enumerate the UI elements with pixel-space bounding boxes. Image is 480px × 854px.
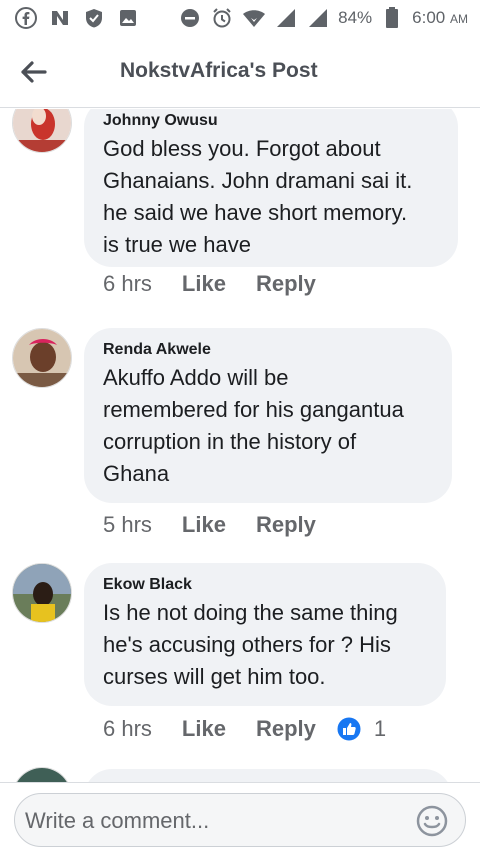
comment-text: God bless you. Forgot about Ghanaians. J… bbox=[103, 136, 413, 257]
comment-author[interactable]: Renda Akwele bbox=[103, 340, 432, 360]
arrow-left-icon bbox=[21, 61, 47, 83]
comments-list[interactable]: Johnny Owusu God bless you. Forgot about… bbox=[0, 109, 480, 782]
comment-timestamp[interactable]: 6 hrs bbox=[103, 271, 152, 297]
alarm-icon bbox=[210, 6, 234, 30]
avatar[interactable] bbox=[12, 563, 72, 623]
comment-author[interactable]: Ekow Black bbox=[103, 575, 426, 595]
battery-percent: 84% bbox=[338, 8, 373, 27]
news-icon bbox=[48, 6, 72, 30]
comment-meta: 6 hrs Like Reply bbox=[103, 271, 346, 297]
wifi-icon bbox=[242, 6, 266, 30]
like-reaction-icon bbox=[336, 716, 362, 742]
comment-input[interactable]: Write a comment... bbox=[14, 793, 466, 847]
comment-bubble[interactable]: Ekow Black Is he not doing the same thin… bbox=[84, 563, 446, 706]
comment-meta: 6 hrs Like Reply 1 bbox=[103, 716, 386, 742]
comment-bubble[interactable]: Renda Akwele Akuffo Addo will be remembe… bbox=[84, 328, 452, 503]
comment-text: Akuffo Addo will be remembered for his g… bbox=[103, 365, 404, 486]
comment-meta: 5 hrs Like Reply bbox=[103, 512, 346, 538]
page-title: NokstvAfrica's Post bbox=[120, 59, 318, 82]
facebook-icon bbox=[14, 6, 38, 30]
reply-button[interactable]: Reply bbox=[256, 512, 316, 538]
back-button[interactable] bbox=[16, 54, 52, 90]
signal-icon-2 bbox=[306, 6, 330, 30]
clock: 6:00 AM bbox=[412, 8, 468, 27]
comment-author[interactable]: Johnny Owusu bbox=[103, 111, 438, 131]
comment-input-placeholder: Write a comment... bbox=[25, 808, 210, 833]
like-button[interactable]: Like bbox=[182, 512, 226, 538]
reaction-summary[interactable]: 1 bbox=[336, 716, 386, 742]
comment-bubble[interactable] bbox=[84, 769, 452, 782]
status-bar: 84% 6:00 AM bbox=[0, 0, 480, 36]
avatar[interactable] bbox=[12, 328, 72, 388]
emoji-icon[interactable] bbox=[415, 804, 449, 838]
comment-bubble[interactable]: Johnny Owusu God bless you. Forgot about… bbox=[84, 109, 458, 267]
comment-composer: Write a comment... bbox=[0, 782, 480, 854]
do-not-disturb-icon bbox=[178, 6, 202, 30]
comment-text: Is he not doing the same thing he's accu… bbox=[103, 600, 398, 689]
avatar[interactable] bbox=[12, 767, 72, 782]
like-button[interactable]: Like bbox=[182, 716, 226, 742]
shield-icon bbox=[82, 6, 106, 30]
post-header: NokstvAfrica's Post bbox=[0, 36, 480, 108]
signal-icon bbox=[274, 6, 298, 30]
battery-icon bbox=[380, 6, 404, 30]
reply-button[interactable]: Reply bbox=[256, 716, 316, 742]
system-icons: 84% 6:00 AM bbox=[178, 6, 468, 30]
comment-timestamp[interactable]: 5 hrs bbox=[103, 512, 152, 538]
image-icon bbox=[116, 6, 140, 30]
avatar[interactable] bbox=[12, 109, 72, 153]
like-button[interactable]: Like bbox=[182, 271, 226, 297]
reaction-count: 1 bbox=[373, 716, 387, 741]
reply-button[interactable]: Reply bbox=[256, 271, 316, 297]
notification-icons bbox=[14, 6, 140, 30]
comment-timestamp[interactable]: 6 hrs bbox=[103, 716, 152, 742]
